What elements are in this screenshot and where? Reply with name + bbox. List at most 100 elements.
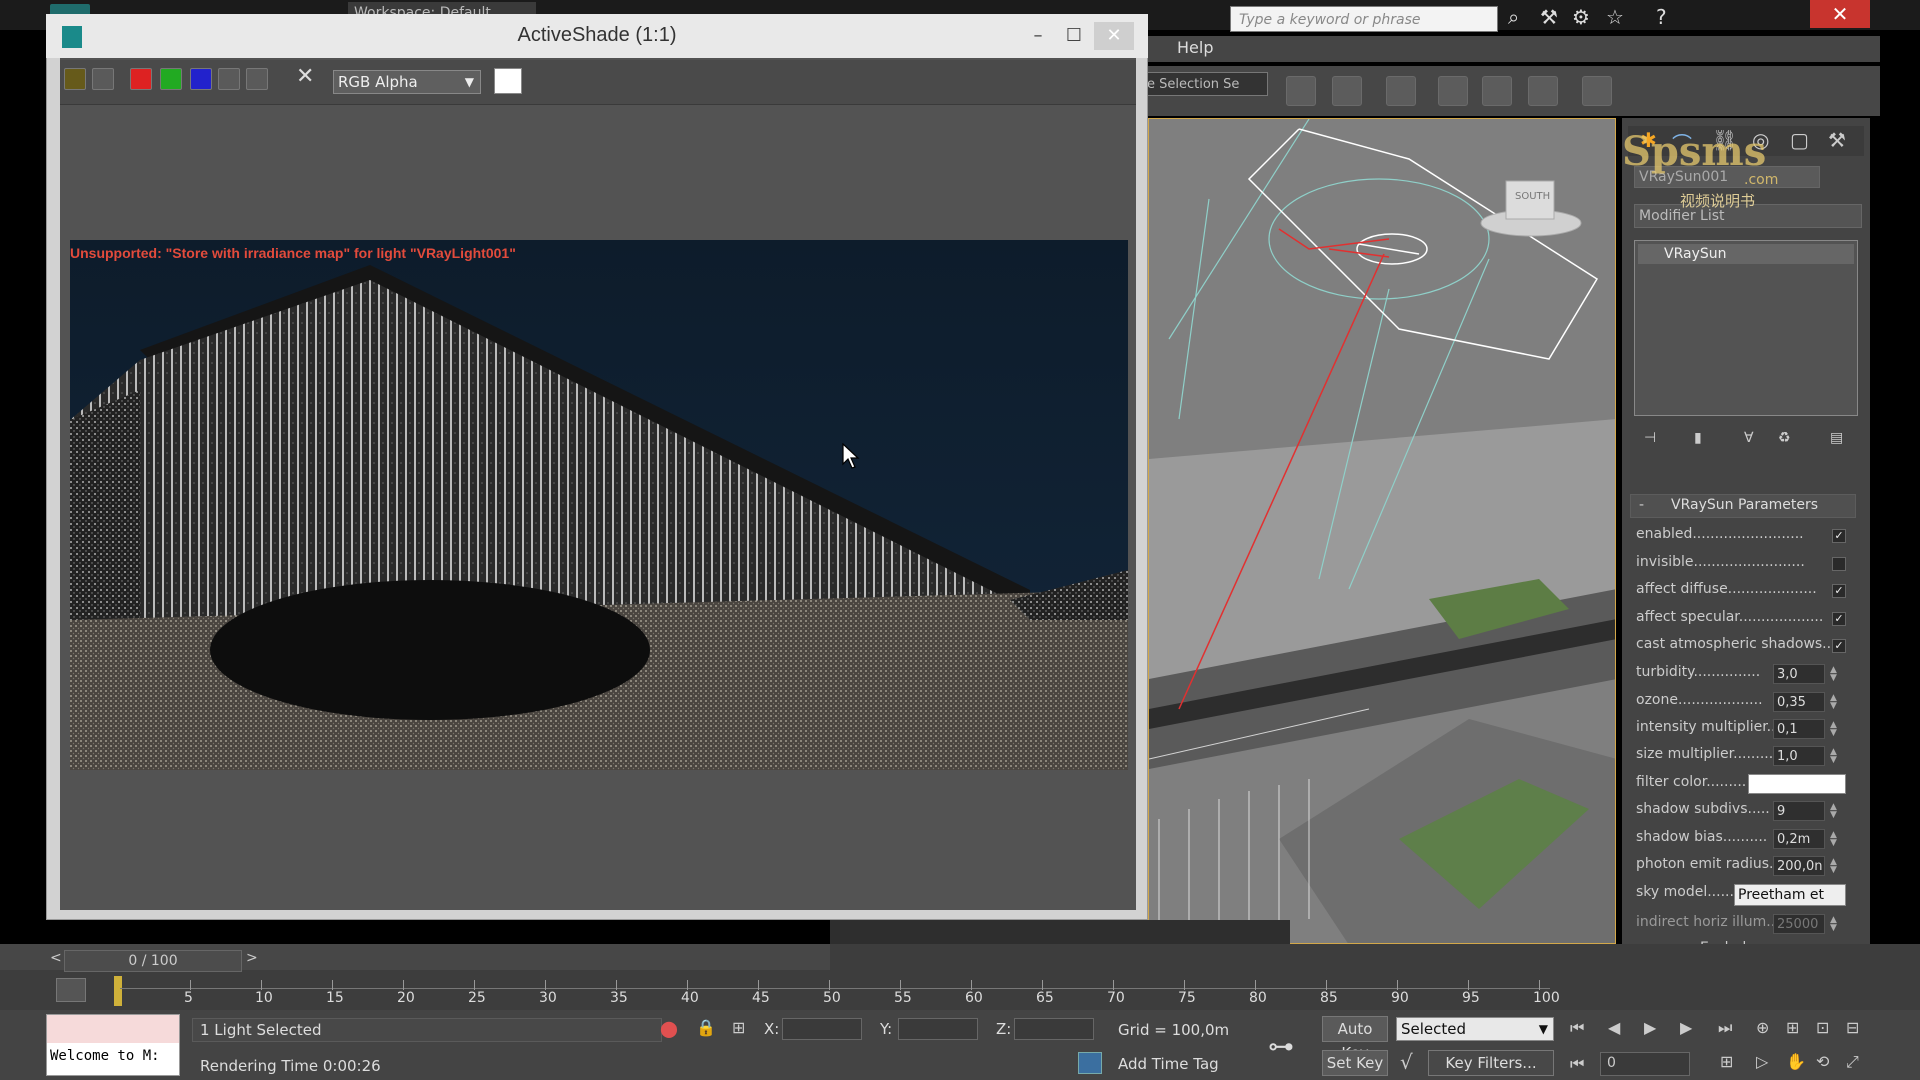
- help-icon[interactable]: ?: [1656, 5, 1667, 29]
- clear-icon[interactable]: ✕: [296, 64, 314, 89]
- zoom-all-icon[interactable]: ⊞: [1786, 1018, 1799, 1037]
- close-app-button[interactable]: ✕: [1810, 0, 1870, 28]
- make-unique-icon[interactable]: ∀: [1744, 430, 1754, 446]
- spinner-arrows-icon[interactable]: ▲ ▼: [1830, 858, 1837, 875]
- field-of-view-icon[interactable]: ▷: [1756, 1052, 1768, 1071]
- time-slider[interactable]: 0 / 100: [64, 950, 242, 972]
- exchange-icon[interactable]: ⚙: [1572, 5, 1590, 29]
- spinner-arrows-icon[interactable]: ▲ ▼: [1830, 721, 1837, 738]
- curve-editor-icon[interactable]: [1482, 76, 1512, 106]
- time-tag-icon[interactable]: [1078, 1052, 1102, 1074]
- next-frame-icon[interactable]: ▶: [1680, 1018, 1692, 1037]
- orbit-icon[interactable]: ⟲: [1816, 1052, 1829, 1071]
- modifier-stack-item[interactable]: VRaySun: [1638, 244, 1854, 264]
- maxscript-output-field[interactable]: [47, 1015, 179, 1043]
- invisible-checkbox[interactable]: [1832, 557, 1846, 571]
- blue-channel-toggle[interactable]: [190, 68, 212, 90]
- affect-specular-checkbox[interactable]: ✓: [1832, 612, 1846, 626]
- spinner-arrows-icon[interactable]: ▲ ▼: [1830, 694, 1837, 711]
- x-coordinate-field[interactable]: [782, 1018, 862, 1040]
- affect-diffuse-checkbox[interactable]: ✓: [1832, 584, 1846, 598]
- spinner-arrows-icon[interactable]: ▲ ▼: [1830, 803, 1837, 820]
- go-to-end-icon[interactable]: ⏭: [1718, 1018, 1732, 1038]
- go-to-start-icon[interactable]: ⏮: [1570, 1018, 1584, 1038]
- layer-manager-icon[interactable]: [1386, 76, 1416, 106]
- time-configuration-icon[interactable]: ⊞: [1720, 1052, 1733, 1071]
- filter-color-swatch[interactable]: [1748, 774, 1846, 794]
- rollout-toggle[interactable]: -: [1639, 497, 1644, 513]
- time-slider-prev[interactable]: <: [50, 950, 62, 966]
- red-channel-toggle[interactable]: [130, 68, 152, 90]
- key-mode-dropdown[interactable]: Selected ▼: [1396, 1017, 1554, 1041]
- sky-model-dropdown[interactable]: Preetham et: [1734, 884, 1846, 906]
- indirect-horiz-illum-spinner[interactable]: 25000: [1773, 914, 1825, 934]
- intensity-multiplier-spinner[interactable]: 0,1: [1773, 719, 1825, 739]
- time-slider-handle[interactable]: [114, 976, 122, 1006]
- spinner-arrows-icon[interactable]: ▲ ▼: [1830, 916, 1837, 933]
- maximize-button[interactable]: ☐: [1054, 22, 1094, 50]
- shadow-bias-spinner[interactable]: 0,2m: [1773, 829, 1825, 849]
- set-key-button[interactable]: Set Key: [1322, 1050, 1388, 1076]
- graphite-icon[interactable]: [1438, 76, 1468, 106]
- render-frame[interactable]: [70, 240, 1128, 770]
- display-tab-icon[interactable]: ▢: [1790, 128, 1809, 152]
- perspective-viewport[interactable]: SOUTH: [1148, 118, 1616, 944]
- photon-emit-radius-spinner[interactable]: 200,0n: [1773, 856, 1825, 876]
- y-coordinate-field[interactable]: [898, 1018, 978, 1040]
- menu-item-help[interactable]: Help: [1177, 38, 1213, 57]
- named-selection-set-dropdown[interactable]: e Selection Se: [1142, 72, 1268, 96]
- spinner-arrows-icon[interactable]: ▲ ▼: [1830, 831, 1837, 848]
- save-image-icon[interactable]: [64, 68, 86, 90]
- key-mode-toggle-icon[interactable]: ⏮: [1570, 1054, 1584, 1074]
- remove-modifier-icon[interactable]: ♻: [1778, 430, 1791, 446]
- clone-window-icon[interactable]: [92, 68, 114, 90]
- size-multiplier-spinner[interactable]: 1,0: [1773, 746, 1825, 766]
- key-filters-button[interactable]: Key Filters...: [1428, 1050, 1554, 1076]
- key-tangent-icon[interactable]: √: [1400, 1050, 1413, 1074]
- rollout-header[interactable]: - VRaySun Parameters: [1630, 494, 1856, 518]
- mini-curve-editor-icon[interactable]: [56, 978, 86, 1002]
- channel-dropdown[interactable]: RGB Alpha ▼: [333, 70, 481, 94]
- pan-view-icon[interactable]: ✋: [1786, 1052, 1806, 1071]
- time-slider-next[interactable]: >: [246, 950, 258, 966]
- z-coordinate-field[interactable]: [1014, 1018, 1094, 1040]
- auto-key-button[interactable]: Auto Key: [1322, 1016, 1388, 1062]
- isolate-pin-icon[interactable]: ⬤: [660, 1019, 678, 1038]
- color-swatch[interactable]: [494, 68, 522, 94]
- spinner-arrows-icon[interactable]: ▲ ▼: [1830, 748, 1837, 765]
- absolute-mode-icon[interactable]: ⊞: [732, 1018, 745, 1037]
- monochrome-icon[interactable]: [246, 68, 268, 90]
- zoom-extents-all-icon[interactable]: ⊟: [1846, 1018, 1859, 1037]
- set-key-icon[interactable]: ⊶: [1268, 1032, 1294, 1062]
- search-input[interactable]: Type a keyword or phrase: [1230, 6, 1498, 32]
- minimize-button[interactable]: –: [1018, 22, 1058, 50]
- current-frame-field[interactable]: 0: [1600, 1052, 1690, 1076]
- show-end-result-icon[interactable]: ▮: [1694, 430, 1702, 446]
- play-icon[interactable]: ▶: [1644, 1018, 1656, 1037]
- enabled-checkbox[interactable]: ✓: [1832, 529, 1846, 543]
- turbidity-spinner[interactable]: 3,0: [1773, 664, 1825, 684]
- viewcube-label[interactable]: SOUTH: [1515, 191, 1550, 202]
- utilities-tab-icon[interactable]: ⚒: [1828, 128, 1846, 152]
- selection-lock-icon[interactable]: 🔒: [696, 1018, 716, 1037]
- align-icon[interactable]: [1332, 76, 1362, 106]
- add-time-tag[interactable]: Add Time Tag: [1118, 1055, 1219, 1073]
- favorites-star-icon[interactable]: ☆: [1606, 5, 1624, 29]
- pin-stack-icon[interactable]: ⊣: [1644, 430, 1656, 446]
- ozone-spinner[interactable]: 0,35: [1773, 692, 1825, 712]
- close-button[interactable]: ✕: [1094, 22, 1134, 50]
- wrench-icon[interactable]: ⚒: [1540, 5, 1558, 29]
- configure-sets-icon[interactable]: ▤: [1830, 430, 1843, 446]
- green-channel-toggle[interactable]: [160, 68, 182, 90]
- spinner-arrows-icon[interactable]: ▲ ▼: [1830, 666, 1837, 683]
- zoom-icon[interactable]: ⊕: [1756, 1018, 1769, 1037]
- previous-frame-icon[interactable]: ◀: [1608, 1018, 1620, 1037]
- maximize-viewport-icon[interactable]: ⤢: [1846, 1052, 1859, 1072]
- shadow-subdivs-spinner[interactable]: 9: [1773, 801, 1825, 821]
- schematic-view-icon[interactable]: [1528, 76, 1558, 106]
- binoculars-icon[interactable]: ⌕: [1508, 5, 1519, 29]
- alpha-channel-icon[interactable]: [218, 68, 240, 90]
- mirror-icon[interactable]: [1286, 76, 1316, 106]
- cast-atmospheric-shadows-checkbox[interactable]: ✓: [1832, 639, 1846, 653]
- material-editor-icon[interactable]: [1582, 76, 1612, 106]
